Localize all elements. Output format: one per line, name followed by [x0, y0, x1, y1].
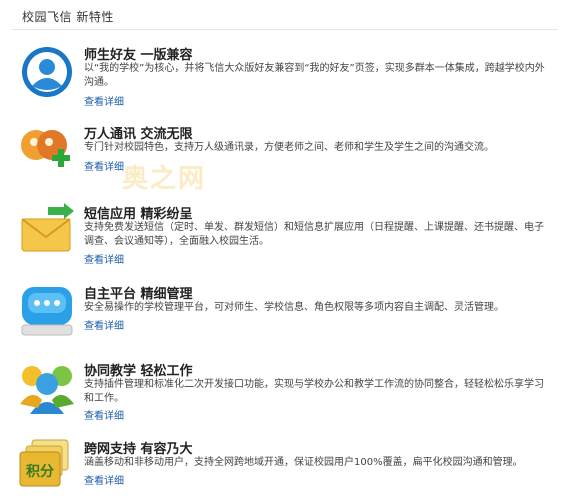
view-details-link[interactable]: 查看详细 — [84, 407, 124, 422]
feature-title: 师生好友 一版兼容 — [84, 48, 193, 63]
feature-item: 万人通讯 交流无限 专门针对校园特色，支持万人级通讯录，方便老师之间、老师和学生… — [18, 123, 558, 189]
view-details-link[interactable]: 查看详细 — [84, 158, 124, 173]
watermark: 奥之网 — [122, 164, 207, 194]
feature-description: 专门针对校园特色，支持万人级通讯录，方便老师之间、老师和学生及学生之间的沟通交流… — [84, 142, 494, 153]
view-details-link[interactable]: 查看详细 — [84, 472, 124, 487]
feature-description: 安全易操作的学校管理平台，可对师生、学校信息、角色权限等多项内容自主调配、灵活管… — [84, 302, 504, 313]
feature-description: 支持插件管理和标准化二次开发接口功能，实现与学校办公和教学工作流的协同整合，轻轻… — [84, 379, 544, 404]
feature-item: 师生好友 一版兼容 以“我的学校”为核心，并将飞信大众版好友兼容到“我的好友”页… — [18, 44, 558, 110]
view-details-link[interactable]: 查看详细 — [84, 317, 124, 332]
feature-description: 以“我的学校”为核心，并将飞信大众版好友兼容到“我的好友”页签，实现多群本一体集… — [84, 63, 545, 88]
feature-description: 支持免费发送短信（定时、单发、群发短信）和短信息扩展应用（日程提醒、上课提醒、还… — [84, 222, 544, 247]
svg-text:积分: 积分 — [26, 463, 54, 480]
section-header: 校园飞信 新特性 — [12, 0, 558, 30]
users-icon — [18, 360, 76, 416]
view-details-link[interactable]: 查看详细 — [84, 93, 124, 108]
envelope-icon — [18, 203, 76, 259]
feature-item: 自主平台 精细管理 安全易操作的学校管理平台，可对师生、学校信息、角色权限等多项… — [18, 283, 558, 343]
points-card-icon: 积分 — [18, 438, 76, 494]
section-title: 校园飞信 新特性 — [22, 10, 114, 24]
feature-title: 万人通讯 交流无限 — [84, 127, 193, 142]
view-details-link[interactable]: 查看详细 — [84, 251, 124, 266]
chat-bubble-icon — [18, 283, 76, 339]
group-add-icon — [18, 123, 76, 179]
feature-title: 短信应用 精彩纷呈 — [84, 207, 193, 222]
feature-item: 协同教学 轻松工作 支持插件管理和标准化二次开发接口功能，实现与学校办公和教学工… — [18, 360, 558, 426]
feature-item: 短信应用 精彩纷呈 支持免费发送短信（定时、单发、群发短信）和短信息扩展应用（日… — [18, 203, 558, 273]
feature-title: 协同教学 轻松工作 — [84, 364, 193, 379]
feature-item: 积分 跨网支持 有容乃大 涵盖移动和非移动用户，支持全网跨地域开通，保证校园用户… — [18, 438, 558, 498]
contact-person-icon — [18, 44, 76, 100]
feature-title: 跨网支持 有容乃大 — [84, 442, 193, 457]
feature-title: 自主平台 精细管理 — [84, 287, 193, 302]
page: 校园飞信 新特性 师生好友 一版兼容 以“我的学校”为核心，并将飞信大众版好友兼… — [0, 0, 565, 500]
feature-description: 涵盖移动和非移动用户，支持全网跨地域开通，保证校园用户100%覆盖，扁平化校园沟… — [84, 457, 523, 468]
